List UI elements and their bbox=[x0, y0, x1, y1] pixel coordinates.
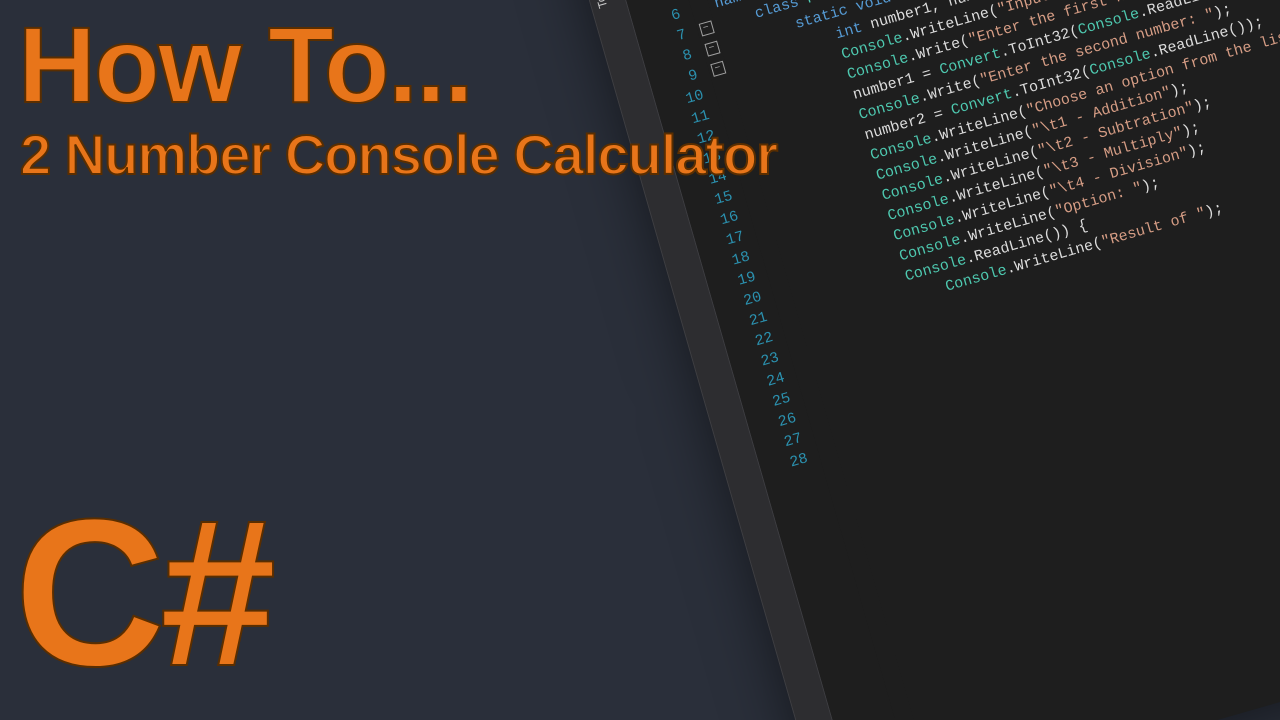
visual-studio-window: Calculator - Microsoft Visual Studio Fil… bbox=[520, 0, 1280, 720]
toolwell-toolbox[interactable]: Toolbox bbox=[586, 0, 622, 10]
overlay-title: How To... bbox=[18, 2, 472, 127]
fold-toggle-icon[interactable]: − bbox=[698, 21, 714, 37]
overlay-subtitle: 2 Number Console Calculator bbox=[20, 122, 777, 187]
fold-toggle-icon[interactable]: − bbox=[710, 61, 726, 77]
fold-toggle-icon[interactable]: − bbox=[704, 41, 720, 57]
overlay-language: C# bbox=[14, 488, 270, 698]
